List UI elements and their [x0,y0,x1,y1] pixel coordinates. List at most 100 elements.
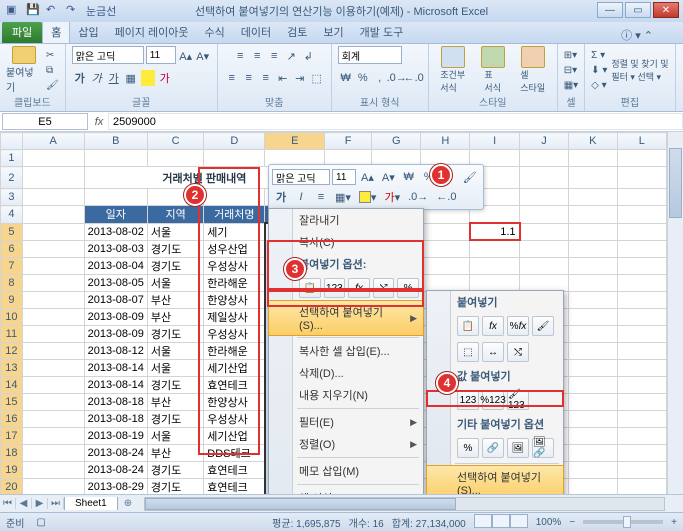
cell[interactable] [22,308,84,325]
cell[interactable] [22,376,84,393]
cell[interactable] [22,461,84,478]
cell[interactable]: 2013-08-09 [84,325,147,342]
cell[interactable]: 부산 [147,444,203,461]
normal-view-icon[interactable] [474,514,492,528]
col-F[interactable]: F [325,133,372,150]
mini-border-icon[interactable]: ▦▾ [332,188,354,206]
cell[interactable]: DDS테크 [204,444,265,461]
mini-fill-color-icon[interactable]: ▾ [356,188,380,206]
cell[interactable]: 서울 [147,223,203,240]
status-macro-icon[interactable]: ▢ [36,517,45,528]
border-button[interactable]: ▦ [123,70,139,86]
column-headers[interactable]: ABCDEFGHIJKLM [1,133,683,150]
tab-review[interactable]: 검토 [279,21,315,43]
row-header[interactable]: 18 [1,444,23,461]
cell[interactable] [520,223,569,240]
page-break-view-icon[interactable] [510,514,528,528]
clear-icon[interactable]: ◇ ▾ [591,78,607,92]
cell[interactable]: 2013-08-05 [84,274,147,291]
cell[interactable] [22,444,84,461]
cell[interactable]: 세기산업 [204,359,265,376]
minimize-button[interactable]: — [597,2,623,18]
format-painter-icon[interactable]: 🖌 [46,78,59,92]
sub-formatting-icon[interactable]: % [457,438,479,458]
cell[interactable] [22,427,84,444]
paste-all-icon[interactable]: 📋 [299,278,321,298]
mini-dec-decimal-icon[interactable]: ←.0 [433,188,459,206]
paste-values-icon[interactable]: 123 [324,278,346,298]
merge-icon[interactable]: ⬚ [309,70,325,86]
cell[interactable] [568,150,617,167]
select-all-corner[interactable] [1,133,23,150]
cell[interactable]: 부산 [147,291,203,308]
cell[interactable]: 서울 [147,274,203,291]
view-buttons[interactable] [474,514,528,531]
cell[interactable] [84,189,147,206]
row-header[interactable]: 1 [1,150,23,167]
cell[interactable]: 거래처명 [204,206,265,224]
zoom-out-icon[interactable]: − [569,517,575,528]
indent-inc-icon[interactable]: ⇥ [292,70,308,86]
cell[interactable] [147,150,203,167]
cell[interactable] [84,150,147,167]
cell[interactable] [568,308,617,325]
mini-shrink-font-icon[interactable]: A▾ [379,168,398,186]
col-G[interactable]: G [372,133,421,150]
mini-italic-button[interactable]: I [292,188,310,206]
cell[interactable] [22,410,84,427]
row-header[interactable]: 14 [1,376,23,393]
cell[interactable]: 2013-08-24 [84,444,147,461]
align-bottom-icon[interactable]: ≡ [266,48,282,64]
ctx-copy[interactable]: 복사(C) [269,231,423,253]
cell[interactable]: 한라해운 [204,274,265,291]
sub-picture-icon[interactable]: 🖼 [507,438,529,458]
align-top-icon[interactable]: ≡ [232,48,248,64]
align-middle-icon[interactable]: ≡ [249,48,265,64]
cell[interactable] [421,274,470,291]
sub-link-icon[interactable]: 🔗 [482,438,504,458]
table-format-button[interactable]: 표 서식 [475,46,511,94]
cell-i5[interactable]: 1.1 [470,223,520,240]
cell[interactable] [617,189,666,206]
cell[interactable] [22,189,84,206]
increase-font-icon[interactable]: A▴ [178,48,194,64]
cell[interactable] [568,376,617,393]
fill-icon[interactable]: ⬇ ▾ [591,63,607,77]
cell[interactable]: 부산 [147,308,203,325]
mini-format-painter-icon[interactable]: 🖌 [460,168,480,186]
row-header[interactable]: 10 [1,308,23,325]
name-box[interactable] [2,113,88,130]
cell[interactable] [22,291,84,308]
cell[interactable] [617,342,666,359]
cell[interactable] [470,257,520,274]
zoom-thumb[interactable] [623,516,631,528]
cell[interactable]: 2013-08-03 [84,240,147,257]
sort-filter-find[interactable]: 정렬 및 찾기 및 필터 ▾ 선택 ▾ [611,57,668,83]
col-A[interactable]: A [22,133,84,150]
col-E[interactable]: E [265,133,325,150]
row-header[interactable]: 4 [1,206,23,224]
cell[interactable] [520,167,569,189]
cell[interactable] [617,478,666,494]
mini-font-color-icon[interactable]: 가▾ [381,188,403,206]
context-menu[interactable]: 잘라내기 복사(C) 붙여넣기 옵션: 📋 123 fx ⤭ % 선택하여 붙여… [268,208,424,494]
cell[interactable] [568,427,617,444]
cell[interactable] [520,240,569,257]
cell[interactable] [617,274,666,291]
cell[interactable] [204,150,265,167]
cell[interactable]: 2013-08-07 [84,291,147,308]
sub-values-numfmt-icon[interactable]: %123 [482,390,504,410]
cell[interactable] [22,150,84,167]
cell[interactable]: 2013-08-14 [84,359,147,376]
help-icon[interactable]: ⓘ ▾ ⌃ [621,27,653,43]
ctx-paste-special[interactable]: 선택하여 붙여넣기(S)...▶ [268,300,424,336]
row-header[interactable]: 13 [1,359,23,376]
ctx-sort[interactable]: 정렬(O)▶ [269,433,423,455]
cell[interactable] [204,189,265,206]
cell[interactable]: 2013-08-24 [84,461,147,478]
sheet-tab-sheet1[interactable]: Sheet1 [64,497,118,510]
cell[interactable] [617,461,666,478]
sub-values-srcfmt-icon[interactable]: 🖌123 [507,390,529,410]
insert-cells-icon[interactable]: ⊞▾ [564,48,578,62]
cell[interactable] [617,223,666,240]
